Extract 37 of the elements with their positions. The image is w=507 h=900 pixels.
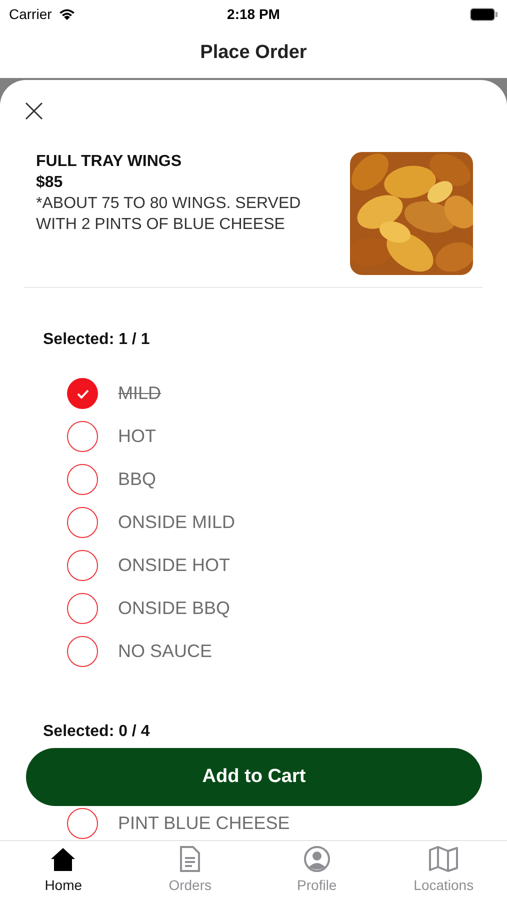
option-label: ONSIDE HOT	[118, 554, 230, 577]
selection-count: Selected: 0 / 4	[43, 722, 150, 742]
tab[interactable]: Locations	[380, 841, 507, 900]
time-label: 2:18 PM	[227, 4, 280, 24]
radio-button[interactable]	[67, 593, 98, 624]
tab[interactable]: Orders	[126, 841, 254, 900]
radio-button[interactable]	[67, 808, 98, 839]
document-icon	[178, 845, 202, 873]
option-label: PINT BLUE CHEESE	[118, 812, 290, 835]
add-to-cart-button[interactable]: Add to Cart	[26, 748, 482, 806]
radio-button[interactable]	[67, 636, 98, 667]
page-title: Place Order	[200, 40, 307, 65]
item-name: FULL TRAY WINGS	[36, 152, 182, 172]
option-label: NO SAUCE	[118, 640, 212, 663]
radio-button[interactable]	[67, 507, 98, 538]
item-description: *ABOUT 75 TO 80 WINGS. SERVED WITH 2 PINTS OF BLUE CHEESE	[36, 194, 302, 235]
option-label: ONSIDE BBQ	[118, 597, 230, 620]
profile-icon	[302, 845, 331, 873]
radio-button[interactable]	[67, 550, 98, 581]
tab[interactable]: Home	[0, 841, 127, 900]
radio-button[interactable]	[67, 464, 98, 495]
option-label: ONSIDE MILD	[118, 511, 236, 534]
item-price: $85	[36, 173, 64, 193]
selection-count: Selected: 1 / 1	[43, 330, 150, 350]
carrier-label: Carrier	[9, 4, 52, 24]
wifi-icon	[58, 8, 76, 20]
battery-icon	[470, 8, 498, 20]
radio-button[interactable]	[67, 378, 98, 409]
option-label: HOT	[118, 425, 156, 448]
close-icon[interactable]	[25, 102, 43, 120]
option-label: MILD	[118, 382, 162, 405]
house-icon	[49, 845, 78, 873]
checkmark-icon	[76, 388, 88, 398]
radio-button[interactable]	[67, 421, 98, 452]
option-label: BBQ	[118, 468, 156, 491]
map-icon	[428, 845, 460, 873]
tab[interactable]: Profile	[254, 841, 380, 900]
